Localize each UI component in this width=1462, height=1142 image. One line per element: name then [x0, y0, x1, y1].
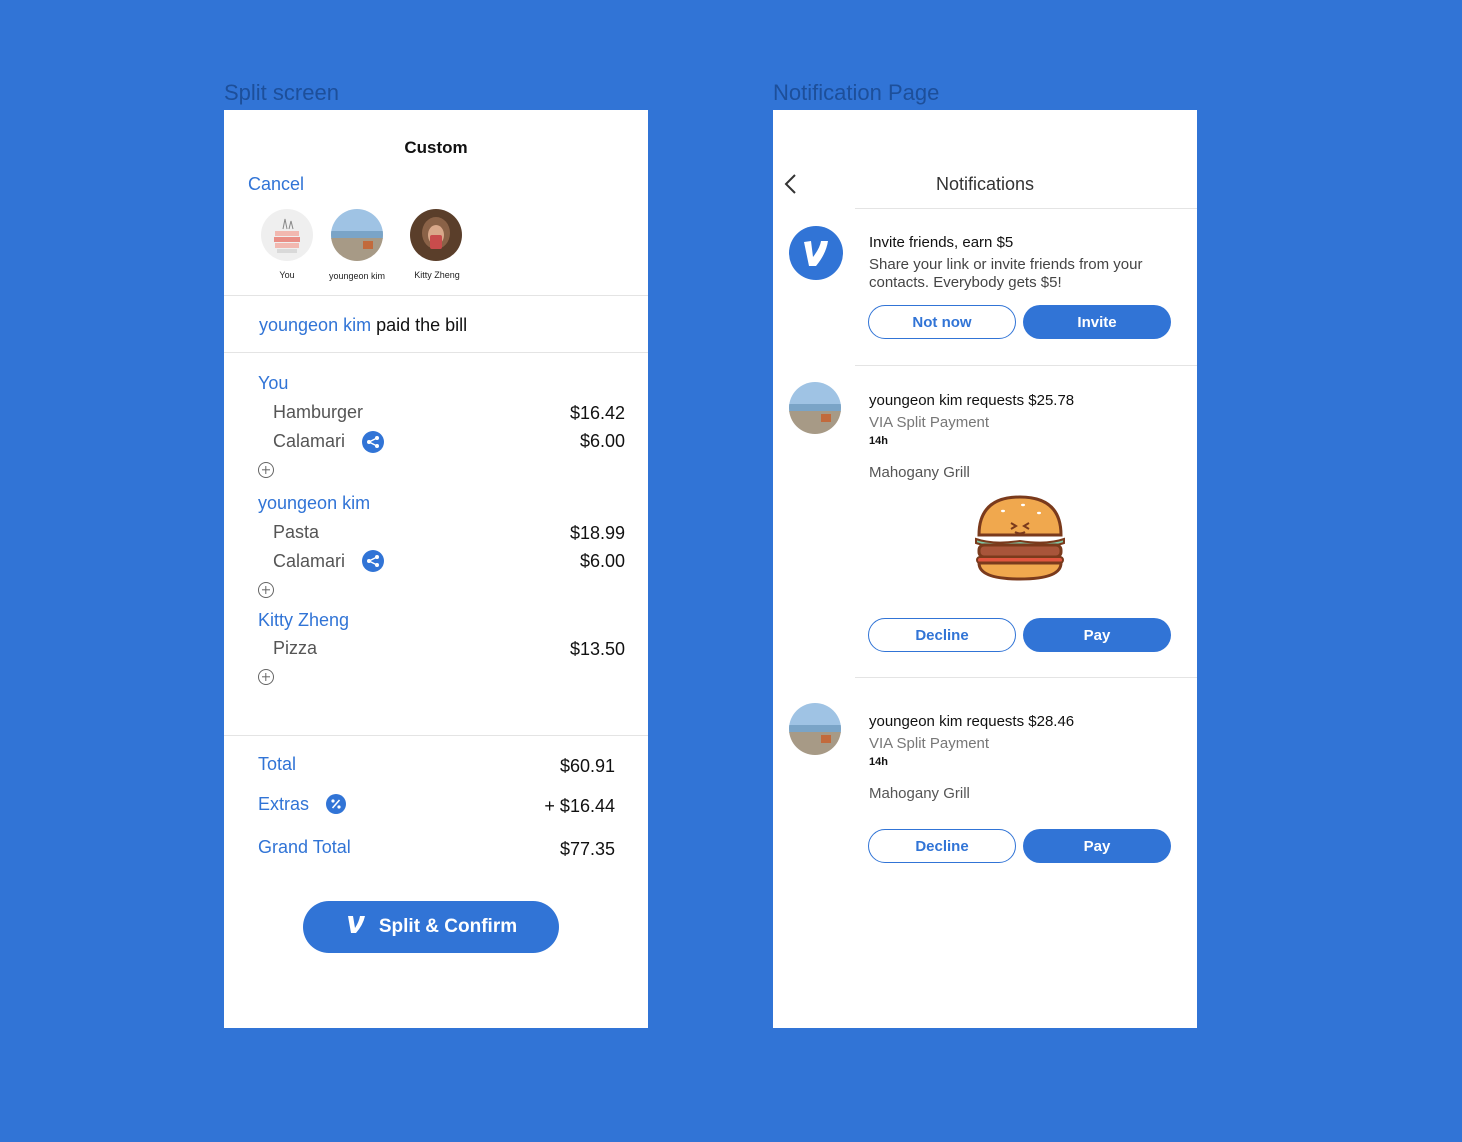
split-screen: Custom Cancel You youngeon kim Kitty Zhe [224, 110, 648, 1028]
venmo-v-icon [345, 913, 367, 941]
item-price: $6.00 [579, 431, 625, 451]
item-name: Calamari [273, 431, 346, 451]
divider [224, 735, 648, 736]
requester-avatar[interactable] [789, 382, 841, 434]
payer-line: youngeon kim paid the bill [259, 315, 467, 336]
item-price: $16.42 [569, 403, 625, 423]
decline-button[interactable]: Decline [868, 618, 1016, 652]
item-price: $13.50 [569, 639, 625, 659]
decline-button[interactable]: Decline [868, 829, 1016, 863]
avatar-you[interactable] [261, 209, 313, 261]
request-time: 14h [869, 435, 888, 447]
split-screen-frame-label: Split screen [224, 80, 339, 105]
avatar-caption-youngeon-kim: youngeon kim [328, 271, 386, 281]
item-name: Calamari [273, 551, 346, 571]
item-name: Pizza [273, 638, 318, 658]
invite-title: Invite friends, earn $5 [869, 234, 1014, 251]
not-now-button[interactable]: Not now [868, 305, 1016, 339]
venmo-logo-icon [789, 226, 843, 280]
grand-total-value: $77.35 [559, 839, 615, 859]
invite-button[interactable]: Invite [1023, 305, 1171, 339]
total-label: Total [258, 754, 297, 774]
total-value: $60.91 [559, 756, 615, 776]
extras-label: Extras [258, 794, 310, 814]
divider [224, 295, 648, 296]
share-icon[interactable] [362, 431, 384, 453]
grand-total-label: Grand Total [258, 837, 351, 857]
avatar-caption-kitty-zheng: Kitty Zheng [414, 270, 460, 280]
divider [224, 352, 648, 353]
pay-button[interactable]: Pay [1023, 618, 1171, 652]
payer-name[interactable]: youngeon kim [259, 315, 371, 335]
split-confirm-button[interactable]: Split & Confirm [303, 901, 559, 953]
request-title: youngeon kim requests $25.78 [869, 392, 1075, 409]
pay-button[interactable]: Pay [1023, 829, 1171, 863]
split-confirm-label: Split & Confirm [378, 916, 518, 937]
avatar-kitty-zheng[interactable] [410, 209, 462, 261]
item-name: Pasta [273, 522, 320, 542]
item-price: $6.00 [579, 551, 625, 571]
page-title: Custom [404, 138, 468, 157]
notification-page: Notifications Invite friends, earn $5 Sh… [773, 110, 1197, 1028]
avatar-youngeon-kim[interactable] [331, 209, 383, 261]
divider [855, 365, 1197, 366]
add-item-icon[interactable] [258, 669, 274, 685]
divider [855, 208, 1197, 209]
hamburger-icon [973, 493, 1067, 583]
request-merchant: Mahogany Grill [869, 464, 970, 481]
group-person-kitty-zheng: Kitty Zheng [258, 610, 350, 630]
group-person-youngeon-kim: youngeon kim [258, 493, 371, 513]
page-title: Notifications [935, 174, 1035, 194]
request-via: VIA Split Payment [869, 735, 990, 752]
add-item-icon[interactable] [258, 462, 274, 478]
group-person-you: You [258, 373, 289, 393]
invite-body-line1: Share your link or invite friends from y… [869, 256, 1143, 273]
payer-suffix: paid the bill [371, 315, 468, 335]
percent-icon[interactable] [326, 794, 346, 814]
request-via: VIA Split Payment [869, 414, 990, 431]
notification-page-frame-label: Notification Page [773, 80, 940, 105]
add-item-icon[interactable] [258, 582, 274, 598]
invite-body-line2: contacts. Everybody gets $5! [869, 274, 1062, 291]
request-merchant: Mahogany Grill [869, 785, 970, 802]
request-title: youngeon kim requests $28.46 [869, 713, 1075, 730]
divider [855, 677, 1197, 678]
requester-avatar[interactable] [789, 703, 841, 755]
share-icon[interactable] [362, 550, 384, 572]
item-price: $18.99 [569, 523, 625, 543]
request-time: 14h [869, 756, 888, 768]
item-name: Hamburger [273, 402, 364, 422]
extras-value: + $16.44 [544, 796, 615, 816]
cancel-button[interactable]: Cancel [248, 174, 304, 195]
